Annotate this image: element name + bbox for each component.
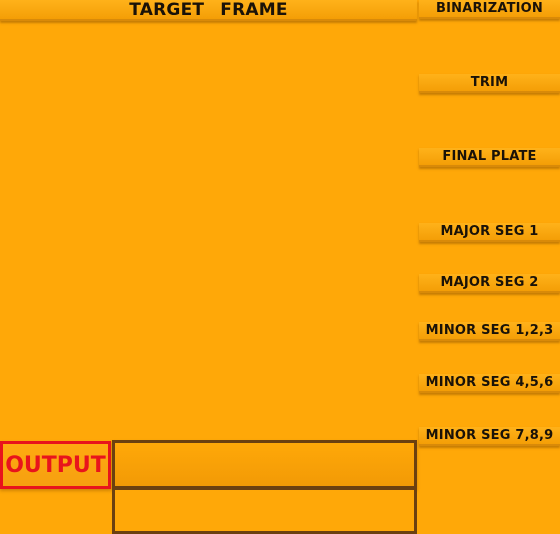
target-frame-title: TARGET FRAME bbox=[0, 0, 417, 21]
major-seg-1-button[interactable]: MAJOR SEG 1 bbox=[419, 223, 560, 242]
binarization-button[interactable]: BINARIZATION bbox=[419, 0, 560, 19]
trim-button[interactable]: TRIM bbox=[419, 74, 560, 93]
output-label: OUTPUT bbox=[0, 441, 111, 489]
output-secondary-field[interactable] bbox=[112, 487, 417, 534]
app-window: { "header": { "title": "TARGET FRAME" },… bbox=[0, 0, 560, 534]
target-frame-area bbox=[0, 23, 417, 438]
output-primary-field[interactable] bbox=[112, 440, 417, 489]
minor-seg-4-5-6-button[interactable]: MINOR SEG 4,5,6 bbox=[419, 374, 560, 393]
minor-seg-7-8-9-button[interactable]: MINOR SEG 7,8,9 bbox=[419, 427, 560, 446]
minor-seg-1-2-3-button[interactable]: MINOR SEG 1,2,3 bbox=[419, 322, 560, 341]
final-plate-button[interactable]: FINAL PLATE bbox=[419, 148, 560, 167]
major-seg-2-button[interactable]: MAJOR SEG 2 bbox=[419, 274, 560, 293]
